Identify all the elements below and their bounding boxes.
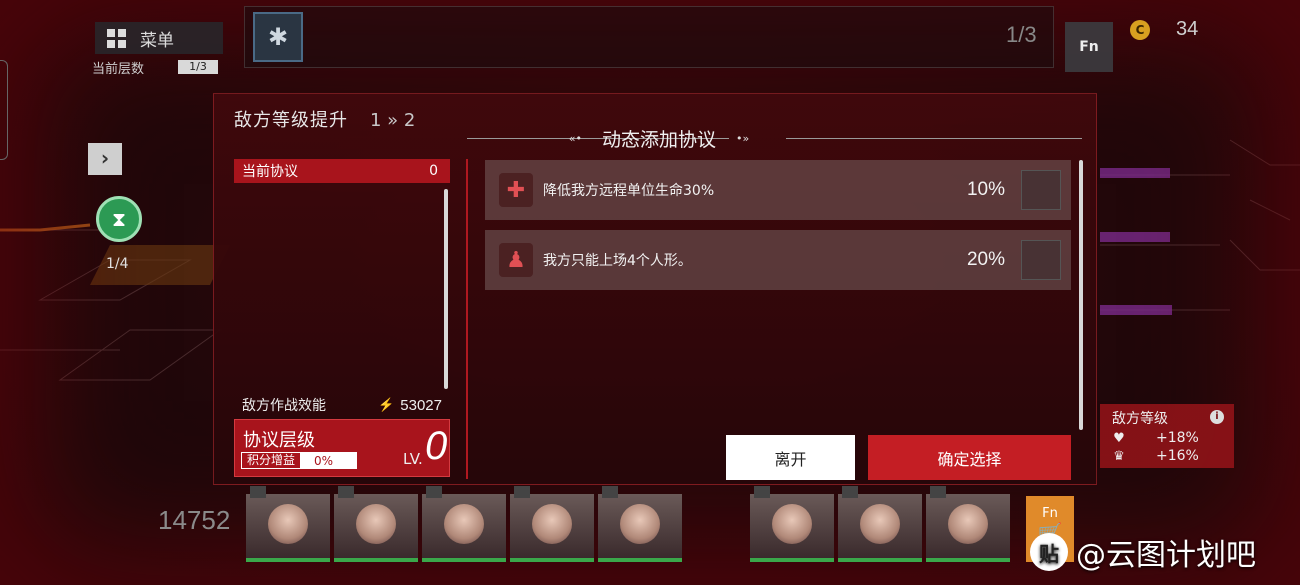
enemy-level-up-dialog: 敌方等级提升 1 » 2 «• 动态添加协议 •» 当前协议 0 敌方作战效能 ⚡… xyxy=(213,93,1097,485)
protocol-checkbox[interactable] xyxy=(1021,240,1061,280)
floor-label: 当前层数 xyxy=(92,62,145,77)
lv-label: LV. xyxy=(403,450,423,468)
left-score: 14752 xyxy=(158,505,231,535)
protocol-text: 我方只能上场4个人形。 xyxy=(543,253,692,269)
heart-icon: ♥ xyxy=(1113,430,1125,446)
watermark: 贴 @云图计划吧 xyxy=(1030,530,1256,574)
protocol-level-label: 协议层级 xyxy=(243,430,315,451)
protocol-text: 降低我方远程单位生命30% xyxy=(543,183,715,199)
enemy-stat-hp-value: +18% xyxy=(1156,430,1199,446)
arrow-right-icon: •» xyxy=(736,132,750,145)
panel-divider xyxy=(466,159,468,479)
tieba-logo-icon: 贴 xyxy=(1030,533,1068,571)
leave-button[interactable]: 离开 xyxy=(726,435,855,480)
crown-icon: ♛ xyxy=(1113,448,1125,464)
level-change: 1 » 2 xyxy=(370,110,416,131)
lv-value: 0 xyxy=(425,424,448,468)
protocol-chip-icon[interactable]: ✱ xyxy=(253,12,303,62)
squad-member-portrait[interactable] xyxy=(598,486,682,562)
squad-member-portrait[interactable] xyxy=(422,486,506,562)
score-bonus-value: 0% xyxy=(314,453,334,468)
protocol-option[interactable]: ✚ 降低我方远程单位生命30% 10% xyxy=(485,160,1071,220)
enemy-efficiency-row: 敌方作战效能 ⚡ 53027 xyxy=(234,395,450,415)
enemy-efficiency-value: 53027 xyxy=(400,396,442,414)
enemy-stat-atk-value: +16% xyxy=(1156,448,1199,464)
squad-member-portrait[interactable] xyxy=(926,486,1010,562)
info-icon[interactable]: i xyxy=(1210,410,1224,424)
protocol-percent: 20% xyxy=(966,249,1005,270)
protocol-option[interactable]: ♟ 我方只能上场4个人形。 20% xyxy=(485,230,1071,290)
fn-shop-button[interactable]: Fn xyxy=(1065,22,1113,72)
confirm-selection-button[interactable]: 确定选择 xyxy=(868,435,1071,480)
coin-counter: C 34 xyxy=(1130,18,1198,41)
watermark-text: @云图计划吧 xyxy=(1076,538,1256,573)
squad-member-portrait[interactable] xyxy=(838,486,922,562)
squad-member-portrait[interactable] xyxy=(334,486,418,562)
squad-right xyxy=(750,486,1010,562)
top-progress-count: 1/3 xyxy=(1006,22,1037,47)
bolt-icon: ⚡ xyxy=(378,397,395,412)
menu-button[interactable]: 菜单 xyxy=(95,22,223,54)
coin-icon: C xyxy=(1130,19,1150,40)
section-header: «• 动态添加协议 •» xyxy=(534,125,784,152)
dialog-title: 敌方等级提升 1 » 2 xyxy=(234,106,415,132)
node-count: 1/4 xyxy=(106,256,129,272)
coin-value: 34 xyxy=(1176,18,1199,40)
enemy-stat-atk: ♛ +16% xyxy=(1112,448,1222,464)
section-title: 动态添加协议 xyxy=(601,129,716,151)
current-protocol-label: 当前协议 xyxy=(242,164,298,180)
protocol-level-box: 协议层级 积分增益 0% LV. 0 xyxy=(234,419,450,477)
floor-value: 1/3 xyxy=(178,60,218,74)
enemy-level-panel: 敌方等级 i ♥ +18% ♛ +16% xyxy=(1100,404,1234,468)
score-bonus-bar: 积分增益 0% xyxy=(241,452,357,469)
arrow-left-icon: «• xyxy=(568,132,582,145)
menu-label: 菜单 xyxy=(140,30,174,51)
enemy-efficiency-label: 敌方作战效能 xyxy=(242,398,326,414)
current-protocol-panel: 当前协议 0 敌方作战效能 ⚡ 53027 协议层级 积分增益 0% LV. 0 xyxy=(234,159,450,479)
protocol-list-scrollbar[interactable] xyxy=(1079,160,1083,430)
squad-left xyxy=(246,486,682,562)
current-protocol-header: 当前协议 0 xyxy=(234,159,450,183)
squad-member-portrait[interactable] xyxy=(510,486,594,562)
deploy-limit-icon: ♟ xyxy=(499,243,533,277)
expand-tab-button[interactable]: › xyxy=(88,143,122,175)
protocol-percent: 10% xyxy=(966,179,1005,200)
health-down-icon: ✚ xyxy=(499,173,533,207)
top-status-bar xyxy=(244,6,1054,68)
current-protocol-count: 0 xyxy=(429,163,438,179)
squad-member-portrait[interactable] xyxy=(750,486,834,562)
protocol-list: ✚ 降低我方远程单位生命30% 10% ♟ 我方只能上场4个人形。 20% xyxy=(485,160,1071,300)
squad-member-portrait[interactable] xyxy=(246,486,330,562)
title-divider-right xyxy=(786,138,1082,139)
protocol-scrollbar[interactable] xyxy=(444,189,448,389)
protocol-checkbox[interactable] xyxy=(1021,170,1061,210)
menu-grid-icon xyxy=(107,28,126,48)
enemy-level-title: 敌方等级 xyxy=(1112,411,1168,427)
enemy-stat-hp: ♥ +18% xyxy=(1112,430,1222,446)
score-bonus-label: 积分增益 xyxy=(242,453,301,468)
hourglass-icon[interactable]: ⧗ xyxy=(96,196,142,242)
dialog-title-text: 敌方等级提升 xyxy=(234,110,348,131)
cart-label: Fn xyxy=(1042,506,1058,521)
side-handle[interactable] xyxy=(0,60,8,160)
